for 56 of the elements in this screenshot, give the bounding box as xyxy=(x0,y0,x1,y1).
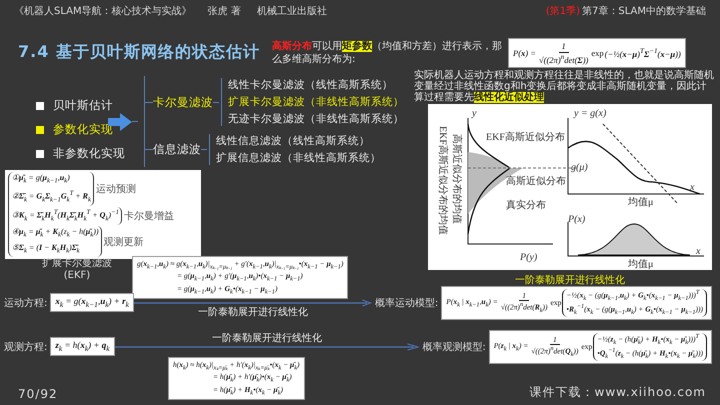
filter-type-label: 扩展信息滤波（非线性高斯系统） xyxy=(216,151,381,165)
model-label: 概率观测模型: xyxy=(422,340,486,354)
note-text: 实际机器人运动方程和观测方程往往是非线性的，也就是说高斯随机变量经过非线性函数g和h变换后都将变成非高斯随机变量，因此计算过程需要先线性化近似处理 xyxy=(414,70,714,103)
figure-label: y = g(x) xyxy=(574,108,606,119)
ekf-step-label: 运动预测 xyxy=(96,182,136,196)
publisher: 机械工业出版社 xyxy=(256,4,327,18)
bullet-icon xyxy=(36,150,44,158)
equation-formula: z$_{k}$ = h(x$_{k}$) + q$_{k}$ xyxy=(50,337,115,356)
figure-label: 高斯近似分布 xyxy=(506,176,566,187)
figure-label: 高斯近似分布的均值 xyxy=(451,134,462,224)
bullet-label: 贝叶斯估计 xyxy=(53,98,113,113)
filter-type-label: 扩展卡尔曼滤波（非线性高斯系统） xyxy=(228,95,404,109)
ekf-caption: 扩展卡尔曼滤波 xyxy=(42,256,112,270)
equation-label: 观测方程: xyxy=(4,340,48,354)
figure-label: 真实分布 xyxy=(506,200,546,211)
figure-caption: 一阶泰勒展开进行线性化 xyxy=(515,274,625,287)
filter-category-label: 卡尔曼滤波 xyxy=(153,94,213,110)
ekf-caption: (EKF) xyxy=(64,270,90,281)
bullet-icon xyxy=(36,102,44,110)
section-title: 7.4 基于贝叶斯网络的状态估计 xyxy=(18,42,260,63)
ekf-formula: ③K$_{k}$ = Σ̄$_{k}$H$_{k}$$^{T}$(H$_{k}$Σ̄$_{k}$H$_{k}$$^{T}$ + Q$_{k}$)$^{−1}$ xyxy=(12,208,119,224)
book-title: 《机器人SLAM导航：核心技术与实战》 xyxy=(14,4,192,18)
bullet-label: 非参数化实现 xyxy=(53,146,125,161)
figure-label: P(x) xyxy=(568,214,586,225)
equation-label: 运动方程: xyxy=(4,296,48,310)
figure-label: EKF高斯近似分布 xyxy=(486,132,565,143)
ekf-formula: ⑤Σ$_{k}$ = (I − K$_{k}$H$_{k}$)Σ̄$_{k}$ xyxy=(12,242,81,256)
page-number: 70/92 xyxy=(18,387,58,401)
arrow-caption: 一阶泰勒展开进行线性化 xyxy=(198,306,308,319)
figure-label: 均值μ xyxy=(628,197,654,208)
download-link-text: 课件下载：www.xiihoo.com xyxy=(530,384,706,401)
figure-label: x xyxy=(696,246,700,257)
filter-type-label: 线性卡尔曼滤波（线性高斯系统） xyxy=(228,78,394,92)
model-label: 概率运动模型: xyxy=(374,296,438,310)
chapter-title: 第7章：SLAM中的数学基础 xyxy=(582,4,706,18)
figure-label: y xyxy=(472,108,476,119)
intro-text: 高斯分布可以用矩参数（均值和方差）进行表示，那么多维高斯分布为: xyxy=(272,40,503,66)
ekf-formula: ②Σ̄$_{k}$ = G$_{k}$Σ$_{k−1}$G$_{k}$$^{T}$ + R$_{k}$ xyxy=(12,188,91,205)
filter-type-label: 无迹卡尔曼滤波（非线性高斯系统） xyxy=(228,112,404,126)
season-label: (第1季) xyxy=(546,4,580,18)
figure-label: P(y) xyxy=(520,252,538,263)
bullet-icon xyxy=(36,126,44,134)
arrow-caption: 一阶泰勒展开进行线性化 xyxy=(212,332,322,345)
ekf-formula: ①μ̄$_{k}$ = g(μ$_{k−1}$,u$_{k}$) xyxy=(12,172,71,187)
figure-label: x xyxy=(690,182,694,193)
filter-type-label: 线性信息滤波（线性高斯系统） xyxy=(216,134,371,148)
figure-label: EKF高斯近似分布的均值 xyxy=(437,126,448,235)
author: 张虎 著 xyxy=(208,4,241,18)
ekf-formula: ④μ$_{k}$ = μ̄$_{k}$ + K$_{k}$(z$_{k}$ − h(μ̄$_{k}$)) xyxy=(12,226,99,241)
figure-label: g(μ) xyxy=(571,162,588,173)
figure-label: 均值μ xyxy=(628,259,654,270)
gaussian-formula: P(x) = 1 √((2π)$^{n}$det(Σ)) exp(−½(x−μ)$^{T}$Σ$^{−1}$(x−μ)) xyxy=(508,38,686,68)
ekf-step-label: 卡尔曼增益 xyxy=(124,210,174,223)
ekf-step-label: 观测更新 xyxy=(104,236,144,249)
filter-category-label: 信息滤波 xyxy=(153,142,201,157)
equation-formula: x$_{k}$ = g(x$_{k−1}$,u$_{k}$) + r$_{k}$ xyxy=(50,293,134,312)
